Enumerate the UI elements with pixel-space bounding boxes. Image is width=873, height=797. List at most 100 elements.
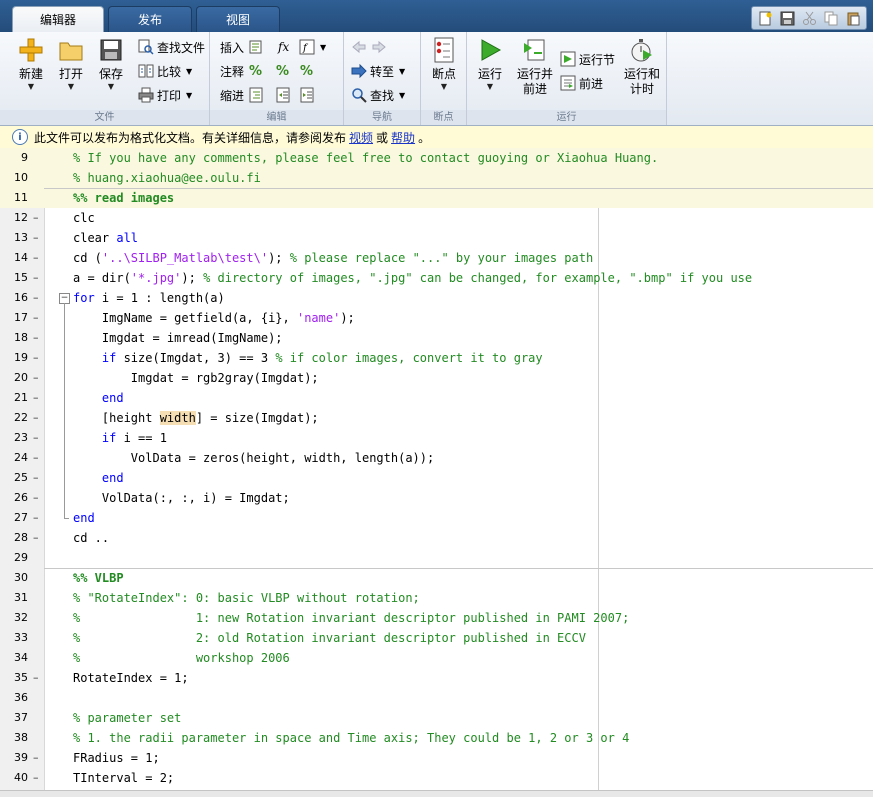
code-line[interactable]: 15– a = dir('*.jpg'); % directory of imag… bbox=[0, 268, 873, 288]
function-browser-button[interactable]: f ▼ bbox=[298, 37, 326, 57]
code-line[interactable]: 13– clear all bbox=[0, 228, 873, 248]
code-line[interactable]: 38 % 1. the radii parameter in space and … bbox=[0, 728, 873, 748]
increase-indent-button[interactable] bbox=[274, 85, 291, 105]
cell-divider bbox=[44, 568, 873, 569]
indent-button[interactable]: 缩进 bbox=[220, 85, 264, 105]
tab-view[interactable]: 视图 bbox=[196, 6, 280, 32]
open-button[interactable]: 打开 ▼ bbox=[52, 36, 90, 91]
code-line[interactable]: 12– clc bbox=[0, 208, 873, 228]
advance-button[interactable]: 前进 bbox=[559, 73, 603, 93]
code-line[interactable]: 32 % 1: new Rotation invariant descriptor… bbox=[0, 608, 873, 628]
code-line[interactable]: 24– VolData = zeros(height, width, lengt… bbox=[0, 448, 873, 468]
code-line[interactable]: 16– − for i = 1 : length(a) bbox=[0, 288, 873, 308]
back-forward-buttons[interactable] bbox=[350, 37, 387, 57]
breakpoint-marker[interactable]: – bbox=[33, 768, 39, 788]
new-button[interactable]: 新建 ▼ bbox=[12, 36, 50, 91]
run-and-time-button[interactable]: 运行和 计时 bbox=[621, 36, 663, 97]
increase-indent-icon bbox=[274, 87, 291, 104]
find-button[interactable]: 查找 ▼ bbox=[350, 85, 405, 105]
code-line[interactable]: 27– end bbox=[0, 508, 873, 528]
stopwatch-icon bbox=[628, 36, 656, 64]
code-line[interactable]: 31 % "RotateIndex": 0: basic VLBP without… bbox=[0, 588, 873, 608]
breakpoint-marker[interactable]: – bbox=[33, 368, 39, 388]
code-line[interactable]: 35– RotateIndex = 1; bbox=[0, 668, 873, 688]
wrap-comments-button[interactable]: % bbox=[298, 61, 315, 81]
code-text: end bbox=[73, 511, 95, 525]
code-line[interactable]: 9 % If you have any comments, please feel… bbox=[0, 148, 873, 168]
code-editor[interactable]: 9 % If you have any comments, please feel… bbox=[0, 148, 873, 790]
infobar-text: 此文件可以发布为格式化文档。有关详细信息，请参阅发布 bbox=[34, 130, 347, 145]
breakpoint-marker[interactable]: – bbox=[33, 348, 39, 368]
code-line[interactable]: 25– end bbox=[0, 468, 873, 488]
code-line[interactable]: 23– if i == 1 bbox=[0, 428, 873, 448]
code-line[interactable]: 28– cd .. bbox=[0, 528, 873, 548]
code-line[interactable]: 21– end bbox=[0, 388, 873, 408]
code-line[interactable]: 33 % 2: old Rotation invariant descriptor… bbox=[0, 628, 873, 648]
tab-editor[interactable]: 编辑器 bbox=[12, 6, 104, 33]
code-line[interactable]: 10 % huang.xiaohua@ee.oulu.fi bbox=[0, 168, 873, 188]
run-advance-button[interactable]: 运行并 前进 bbox=[511, 36, 559, 97]
decrease-indent-button[interactable] bbox=[298, 85, 315, 105]
code-line[interactable]: 37 % parameter set bbox=[0, 708, 873, 728]
compare-label: 比较 bbox=[157, 64, 182, 79]
code-line[interactable]: 19– if size(Imgdat, 3) == 3 % if color i… bbox=[0, 348, 873, 368]
code-line[interactable]: 18– Imgdat = imread(ImgName); bbox=[0, 328, 873, 348]
code-line[interactable]: 22– [height width] = size(Imgdat); bbox=[0, 408, 873, 428]
paste-icon[interactable] bbox=[844, 9, 862, 27]
breakpoint-marker[interactable]: – bbox=[33, 488, 39, 508]
breakpoint-marker[interactable]: – bbox=[33, 408, 39, 428]
breakpoint-marker[interactable]: – bbox=[33, 208, 39, 228]
code-line[interactable]: 29 bbox=[0, 548, 873, 568]
print-button[interactable]: 打印 ▼ bbox=[137, 85, 192, 105]
code-line[interactable]: 40– TInterval = 2; bbox=[0, 768, 873, 788]
compare-button[interactable]: 比较 ▼ bbox=[137, 61, 192, 81]
breakpoint-marker[interactable]: – bbox=[33, 668, 39, 688]
breakpoint-marker[interactable]: – bbox=[33, 448, 39, 468]
code-line[interactable]: 20– Imgdat = rgb2gray(Imgdat); bbox=[0, 368, 873, 388]
breakpoint-marker[interactable]: – bbox=[33, 468, 39, 488]
breakpoint-marker[interactable]: – bbox=[33, 268, 39, 288]
breakpoint-marker[interactable]: – bbox=[33, 248, 39, 268]
breakpoint-marker[interactable]: – bbox=[33, 388, 39, 408]
insert-button[interactable]: 插入 bbox=[220, 37, 264, 57]
breakpoint-marker[interactable]: – bbox=[33, 508, 39, 528]
uncomment-button[interactable]: % bbox=[274, 61, 291, 81]
breakpoints-button[interactable]: 断点 ▼ bbox=[425, 36, 463, 91]
new-label: 新建 bbox=[18, 67, 43, 81]
breakpoint-marker[interactable]: – bbox=[33, 308, 39, 328]
breakpoint-marker[interactable]: – bbox=[33, 528, 39, 548]
run-button[interactable]: 运行 ▼ bbox=[471, 36, 509, 91]
code-line[interactable]: 36 bbox=[0, 688, 873, 708]
breakpoint-marker[interactable]: – bbox=[33, 228, 39, 248]
code-line[interactable]: 30 %% VLBP bbox=[0, 568, 873, 588]
save-icon[interactable] bbox=[778, 9, 796, 27]
breakpoint-marker[interactable]: – bbox=[33, 428, 39, 448]
code-line[interactable]: 14– cd ('..\SILBP_Matlab\test\'); % pleas… bbox=[0, 248, 873, 268]
goto-icon bbox=[350, 63, 367, 80]
new-doc-icon[interactable] bbox=[756, 9, 774, 27]
goto-button[interactable]: 转至 ▼ bbox=[350, 61, 405, 81]
help-link[interactable]: 帮助 bbox=[391, 129, 415, 146]
code-line[interactable]: 17– ImgName = getfield(a, {i}, 'name'); bbox=[0, 308, 873, 328]
code-line[interactable]: 26– VolData(:, :, i) = Imgdat; bbox=[0, 488, 873, 508]
breakpoint-marker[interactable]: – bbox=[33, 748, 39, 768]
code-line[interactable]: 11 %% read images bbox=[0, 188, 873, 208]
insert-function-button[interactable]: fx bbox=[278, 37, 289, 57]
code-line[interactable]: 34 % workshop 2006 bbox=[0, 648, 873, 668]
find-files-label: 查找文件 bbox=[157, 40, 206, 55]
navigate-group-label: 导航 bbox=[344, 110, 420, 125]
breakpoint-marker[interactable]: – bbox=[33, 328, 39, 348]
run-section-button[interactable]: 运行节 bbox=[559, 49, 615, 69]
code-text: if i == 1 bbox=[101, 431, 167, 445]
code-text: % "RotateIndex": 0: basic VLBP without r… bbox=[73, 591, 420, 605]
code-text: cd .. bbox=[73, 531, 110, 545]
find-files-button[interactable]: 查找文件 bbox=[137, 37, 205, 57]
breakpoint-marker[interactable]: – bbox=[33, 288, 39, 308]
code-line[interactable]: 39– FRadius = 1; bbox=[0, 748, 873, 768]
tab-publish[interactable]: 发布 bbox=[108, 6, 192, 32]
cut-icon[interactable] bbox=[800, 9, 818, 27]
copy-icon[interactable] bbox=[822, 9, 840, 27]
comment-button[interactable]: 注释 % bbox=[220, 61, 264, 81]
save-button[interactable]: 保存 ▼ bbox=[92, 36, 130, 91]
video-link[interactable]: 视频 bbox=[349, 129, 373, 146]
